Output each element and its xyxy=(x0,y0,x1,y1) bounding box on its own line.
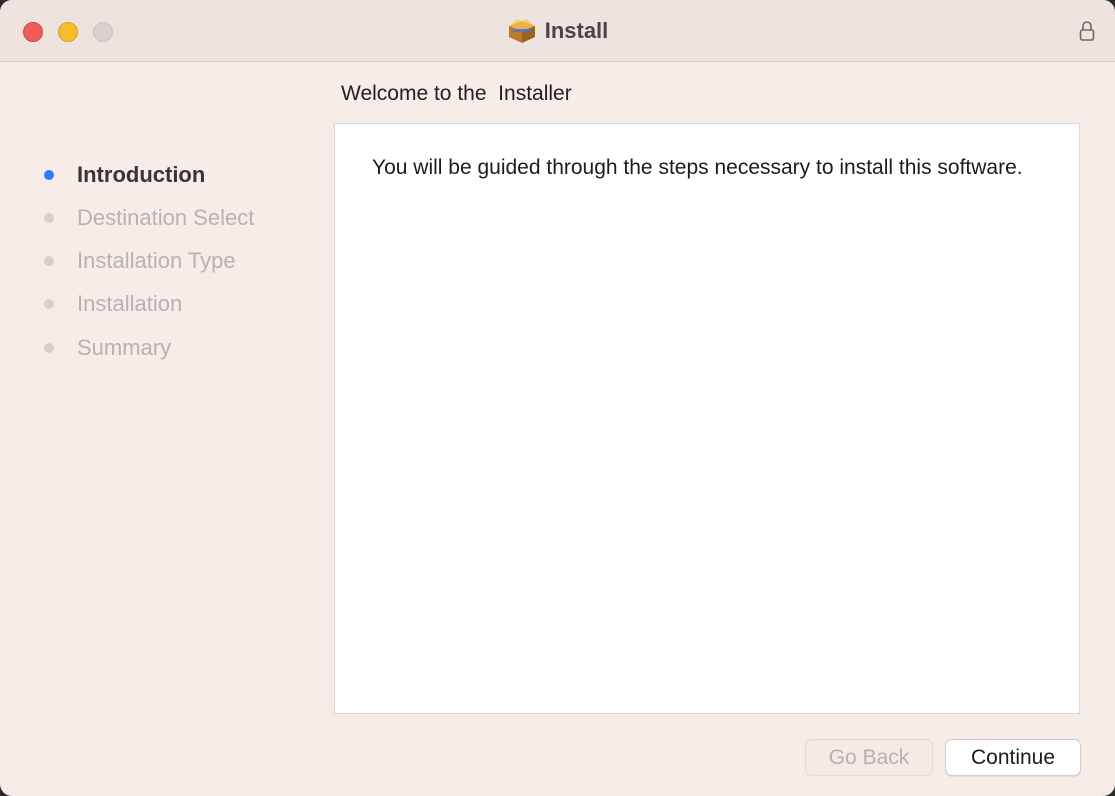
title-bar[interactable]: Install xyxy=(0,0,1115,62)
window-title: Install xyxy=(544,18,609,43)
installer-window: Install Introduction Destination Select … xyxy=(0,0,1115,796)
content-panel: You will be guided through the steps nec… xyxy=(334,123,1080,714)
step-installation: Installation xyxy=(44,289,182,319)
step-label: Installation xyxy=(77,291,183,316)
page-heading: Welcome to the Installer xyxy=(341,82,572,105)
step-installation-type: Installation Type xyxy=(44,246,236,276)
step-destination-select: Destination Select xyxy=(44,203,254,233)
step-label: Installation Type xyxy=(77,248,236,273)
lock-icon xyxy=(1079,20,1095,42)
step-label: Introduction xyxy=(77,162,206,187)
introduction-text: You will be guided through the steps nec… xyxy=(372,156,1023,179)
continue-button[interactable]: Continue xyxy=(945,739,1081,776)
step-summary: Summary xyxy=(44,333,171,363)
step-introduction: Introduction xyxy=(44,160,205,190)
step-label: Destination Select xyxy=(77,205,255,230)
step-bullet xyxy=(44,213,54,223)
step-bullet xyxy=(44,299,54,309)
package-icon xyxy=(507,18,537,44)
step-bullet xyxy=(44,256,54,266)
active-step-bullet xyxy=(44,170,54,180)
step-label: Summary xyxy=(77,335,172,360)
steps-sidebar: Introduction Destination Select Installa… xyxy=(0,62,330,796)
step-bullet xyxy=(44,343,54,353)
go-back-button[interactable]: Go Back xyxy=(805,739,933,776)
window-title-group: Install xyxy=(0,0,1115,62)
